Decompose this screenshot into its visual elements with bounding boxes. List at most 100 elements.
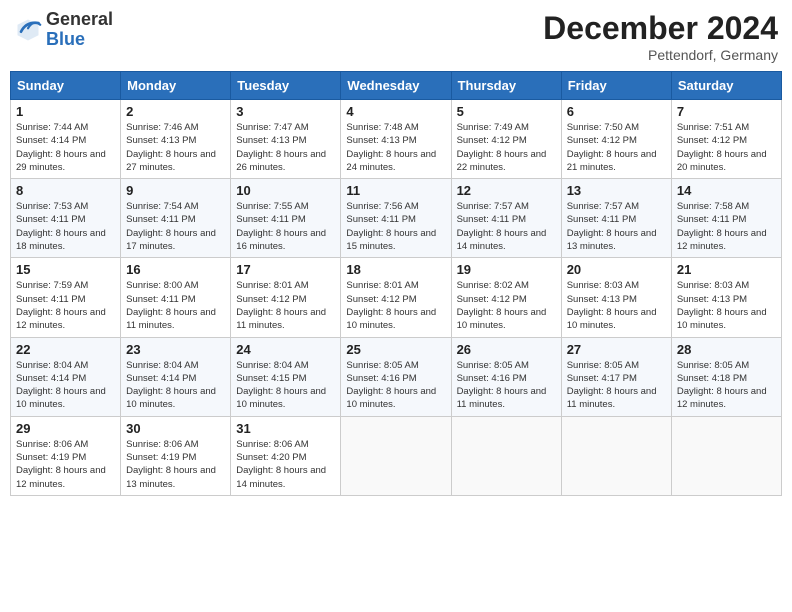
calendar-cell bbox=[451, 416, 561, 495]
calendar-cell: 6 Sunrise: 7:50 AM Sunset: 4:12 PM Dayli… bbox=[561, 100, 671, 179]
day-number: 28 bbox=[677, 342, 776, 357]
day-info: Sunrise: 8:05 AM Sunset: 4:16 PM Dayligh… bbox=[346, 359, 445, 412]
calendar-cell: 14 Sunrise: 7:58 AM Sunset: 4:11 PM Dayl… bbox=[671, 179, 781, 258]
calendar-cell: 3 Sunrise: 7:47 AM Sunset: 4:13 PM Dayli… bbox=[231, 100, 341, 179]
day-number: 13 bbox=[567, 183, 666, 198]
calendar-cell: 31 Sunrise: 8:06 AM Sunset: 4:20 PM Dayl… bbox=[231, 416, 341, 495]
day-header-wednesday: Wednesday bbox=[341, 72, 451, 100]
day-number: 17 bbox=[236, 262, 335, 277]
day-info: Sunrise: 7:55 AM Sunset: 4:11 PM Dayligh… bbox=[236, 200, 335, 253]
day-number: 30 bbox=[126, 421, 225, 436]
calendar-cell: 21 Sunrise: 8:03 AM Sunset: 4:13 PM Dayl… bbox=[671, 258, 781, 337]
calendar-cell: 9 Sunrise: 7:54 AM Sunset: 4:11 PM Dayli… bbox=[121, 179, 231, 258]
day-number: 31 bbox=[236, 421, 335, 436]
calendar-header-row: SundayMondayTuesdayWednesdayThursdayFrid… bbox=[11, 72, 782, 100]
day-info: Sunrise: 8:01 AM Sunset: 4:12 PM Dayligh… bbox=[236, 279, 335, 332]
day-info: Sunrise: 7:57 AM Sunset: 4:11 PM Dayligh… bbox=[457, 200, 556, 253]
day-header-tuesday: Tuesday bbox=[231, 72, 341, 100]
calendar-cell: 8 Sunrise: 7:53 AM Sunset: 4:11 PM Dayli… bbox=[11, 179, 121, 258]
calendar-cell: 19 Sunrise: 8:02 AM Sunset: 4:12 PM Dayl… bbox=[451, 258, 561, 337]
week-row-4: 22 Sunrise: 8:04 AM Sunset: 4:14 PM Dayl… bbox=[11, 337, 782, 416]
day-info: Sunrise: 8:04 AM Sunset: 4:15 PM Dayligh… bbox=[236, 359, 335, 412]
day-number: 19 bbox=[457, 262, 556, 277]
calendar-cell: 4 Sunrise: 7:48 AM Sunset: 4:13 PM Dayli… bbox=[341, 100, 451, 179]
day-info: Sunrise: 7:59 AM Sunset: 4:11 PM Dayligh… bbox=[16, 279, 115, 332]
calendar-cell bbox=[671, 416, 781, 495]
week-row-3: 15 Sunrise: 7:59 AM Sunset: 4:11 PM Dayl… bbox=[11, 258, 782, 337]
location: Pettendorf, Germany bbox=[543, 47, 778, 63]
general-blue-logo-icon bbox=[14, 16, 42, 44]
day-number: 8 bbox=[16, 183, 115, 198]
calendar-cell: 23 Sunrise: 8:04 AM Sunset: 4:14 PM Dayl… bbox=[121, 337, 231, 416]
day-info: Sunrise: 8:03 AM Sunset: 4:13 PM Dayligh… bbox=[677, 279, 776, 332]
day-info: Sunrise: 7:50 AM Sunset: 4:12 PM Dayligh… bbox=[567, 121, 666, 174]
day-number: 25 bbox=[346, 342, 445, 357]
month-title: December 2024 bbox=[543, 10, 778, 47]
day-info: Sunrise: 7:46 AM Sunset: 4:13 PM Dayligh… bbox=[126, 121, 225, 174]
calendar-cell: 26 Sunrise: 8:05 AM Sunset: 4:16 PM Dayl… bbox=[451, 337, 561, 416]
day-number: 14 bbox=[677, 183, 776, 198]
day-info: Sunrise: 8:05 AM Sunset: 4:17 PM Dayligh… bbox=[567, 359, 666, 412]
day-header-thursday: Thursday bbox=[451, 72, 561, 100]
day-info: Sunrise: 7:57 AM Sunset: 4:11 PM Dayligh… bbox=[567, 200, 666, 253]
calendar-table: SundayMondayTuesdayWednesdayThursdayFrid… bbox=[10, 71, 782, 496]
calendar-cell: 22 Sunrise: 8:04 AM Sunset: 4:14 PM Dayl… bbox=[11, 337, 121, 416]
day-info: Sunrise: 7:56 AM Sunset: 4:11 PM Dayligh… bbox=[346, 200, 445, 253]
calendar-cell: 17 Sunrise: 8:01 AM Sunset: 4:12 PM Dayl… bbox=[231, 258, 341, 337]
day-info: Sunrise: 8:03 AM Sunset: 4:13 PM Dayligh… bbox=[567, 279, 666, 332]
day-info: Sunrise: 7:49 AM Sunset: 4:12 PM Dayligh… bbox=[457, 121, 556, 174]
page-header: General Blue December 2024 Pettendorf, G… bbox=[10, 10, 782, 63]
day-info: Sunrise: 7:54 AM Sunset: 4:11 PM Dayligh… bbox=[126, 200, 225, 253]
day-number: 22 bbox=[16, 342, 115, 357]
calendar-cell: 13 Sunrise: 7:57 AM Sunset: 4:11 PM Dayl… bbox=[561, 179, 671, 258]
calendar-cell: 24 Sunrise: 8:04 AM Sunset: 4:15 PM Dayl… bbox=[231, 337, 341, 416]
day-number: 29 bbox=[16, 421, 115, 436]
calendar-cell bbox=[341, 416, 451, 495]
day-number: 27 bbox=[567, 342, 666, 357]
calendar-cell: 2 Sunrise: 7:46 AM Sunset: 4:13 PM Dayli… bbox=[121, 100, 231, 179]
day-info: Sunrise: 8:06 AM Sunset: 4:20 PM Dayligh… bbox=[236, 438, 335, 491]
day-info: Sunrise: 8:04 AM Sunset: 4:14 PM Dayligh… bbox=[126, 359, 225, 412]
day-info: Sunrise: 8:05 AM Sunset: 4:16 PM Dayligh… bbox=[457, 359, 556, 412]
day-info: Sunrise: 7:48 AM Sunset: 4:13 PM Dayligh… bbox=[346, 121, 445, 174]
week-row-2: 8 Sunrise: 7:53 AM Sunset: 4:11 PM Dayli… bbox=[11, 179, 782, 258]
day-header-sunday: Sunday bbox=[11, 72, 121, 100]
day-number: 15 bbox=[16, 262, 115, 277]
day-info: Sunrise: 8:06 AM Sunset: 4:19 PM Dayligh… bbox=[16, 438, 115, 491]
day-info: Sunrise: 8:04 AM Sunset: 4:14 PM Dayligh… bbox=[16, 359, 115, 412]
day-number: 2 bbox=[126, 104, 225, 119]
week-row-5: 29 Sunrise: 8:06 AM Sunset: 4:19 PM Dayl… bbox=[11, 416, 782, 495]
day-number: 6 bbox=[567, 104, 666, 119]
day-info: Sunrise: 8:06 AM Sunset: 4:19 PM Dayligh… bbox=[126, 438, 225, 491]
day-info: Sunrise: 8:01 AM Sunset: 4:12 PM Dayligh… bbox=[346, 279, 445, 332]
day-number: 16 bbox=[126, 262, 225, 277]
calendar-cell: 5 Sunrise: 7:49 AM Sunset: 4:12 PM Dayli… bbox=[451, 100, 561, 179]
calendar-cell bbox=[561, 416, 671, 495]
day-number: 9 bbox=[126, 183, 225, 198]
day-number: 26 bbox=[457, 342, 556, 357]
calendar-cell: 7 Sunrise: 7:51 AM Sunset: 4:12 PM Dayli… bbox=[671, 100, 781, 179]
logo-blue: Blue bbox=[46, 29, 85, 49]
calendar-cell: 10 Sunrise: 7:55 AM Sunset: 4:11 PM Dayl… bbox=[231, 179, 341, 258]
calendar-cell: 29 Sunrise: 8:06 AM Sunset: 4:19 PM Dayl… bbox=[11, 416, 121, 495]
day-info: Sunrise: 7:51 AM Sunset: 4:12 PM Dayligh… bbox=[677, 121, 776, 174]
logo: General Blue bbox=[14, 10, 113, 50]
day-number: 23 bbox=[126, 342, 225, 357]
day-number: 18 bbox=[346, 262, 445, 277]
day-info: Sunrise: 7:53 AM Sunset: 4:11 PM Dayligh… bbox=[16, 200, 115, 253]
day-number: 3 bbox=[236, 104, 335, 119]
day-info: Sunrise: 8:02 AM Sunset: 4:12 PM Dayligh… bbox=[457, 279, 556, 332]
day-number: 4 bbox=[346, 104, 445, 119]
day-info: Sunrise: 7:58 AM Sunset: 4:11 PM Dayligh… bbox=[677, 200, 776, 253]
calendar-cell: 12 Sunrise: 7:57 AM Sunset: 4:11 PM Dayl… bbox=[451, 179, 561, 258]
calendar-cell: 20 Sunrise: 8:03 AM Sunset: 4:13 PM Dayl… bbox=[561, 258, 671, 337]
calendar-cell: 25 Sunrise: 8:05 AM Sunset: 4:16 PM Dayl… bbox=[341, 337, 451, 416]
day-number: 11 bbox=[346, 183, 445, 198]
calendar-cell: 11 Sunrise: 7:56 AM Sunset: 4:11 PM Dayl… bbox=[341, 179, 451, 258]
day-info: Sunrise: 8:05 AM Sunset: 4:18 PM Dayligh… bbox=[677, 359, 776, 412]
day-number: 10 bbox=[236, 183, 335, 198]
calendar-cell: 15 Sunrise: 7:59 AM Sunset: 4:11 PM Dayl… bbox=[11, 258, 121, 337]
day-number: 1 bbox=[16, 104, 115, 119]
calendar-cell: 28 Sunrise: 8:05 AM Sunset: 4:18 PM Dayl… bbox=[671, 337, 781, 416]
logo-general: General bbox=[46, 9, 113, 29]
